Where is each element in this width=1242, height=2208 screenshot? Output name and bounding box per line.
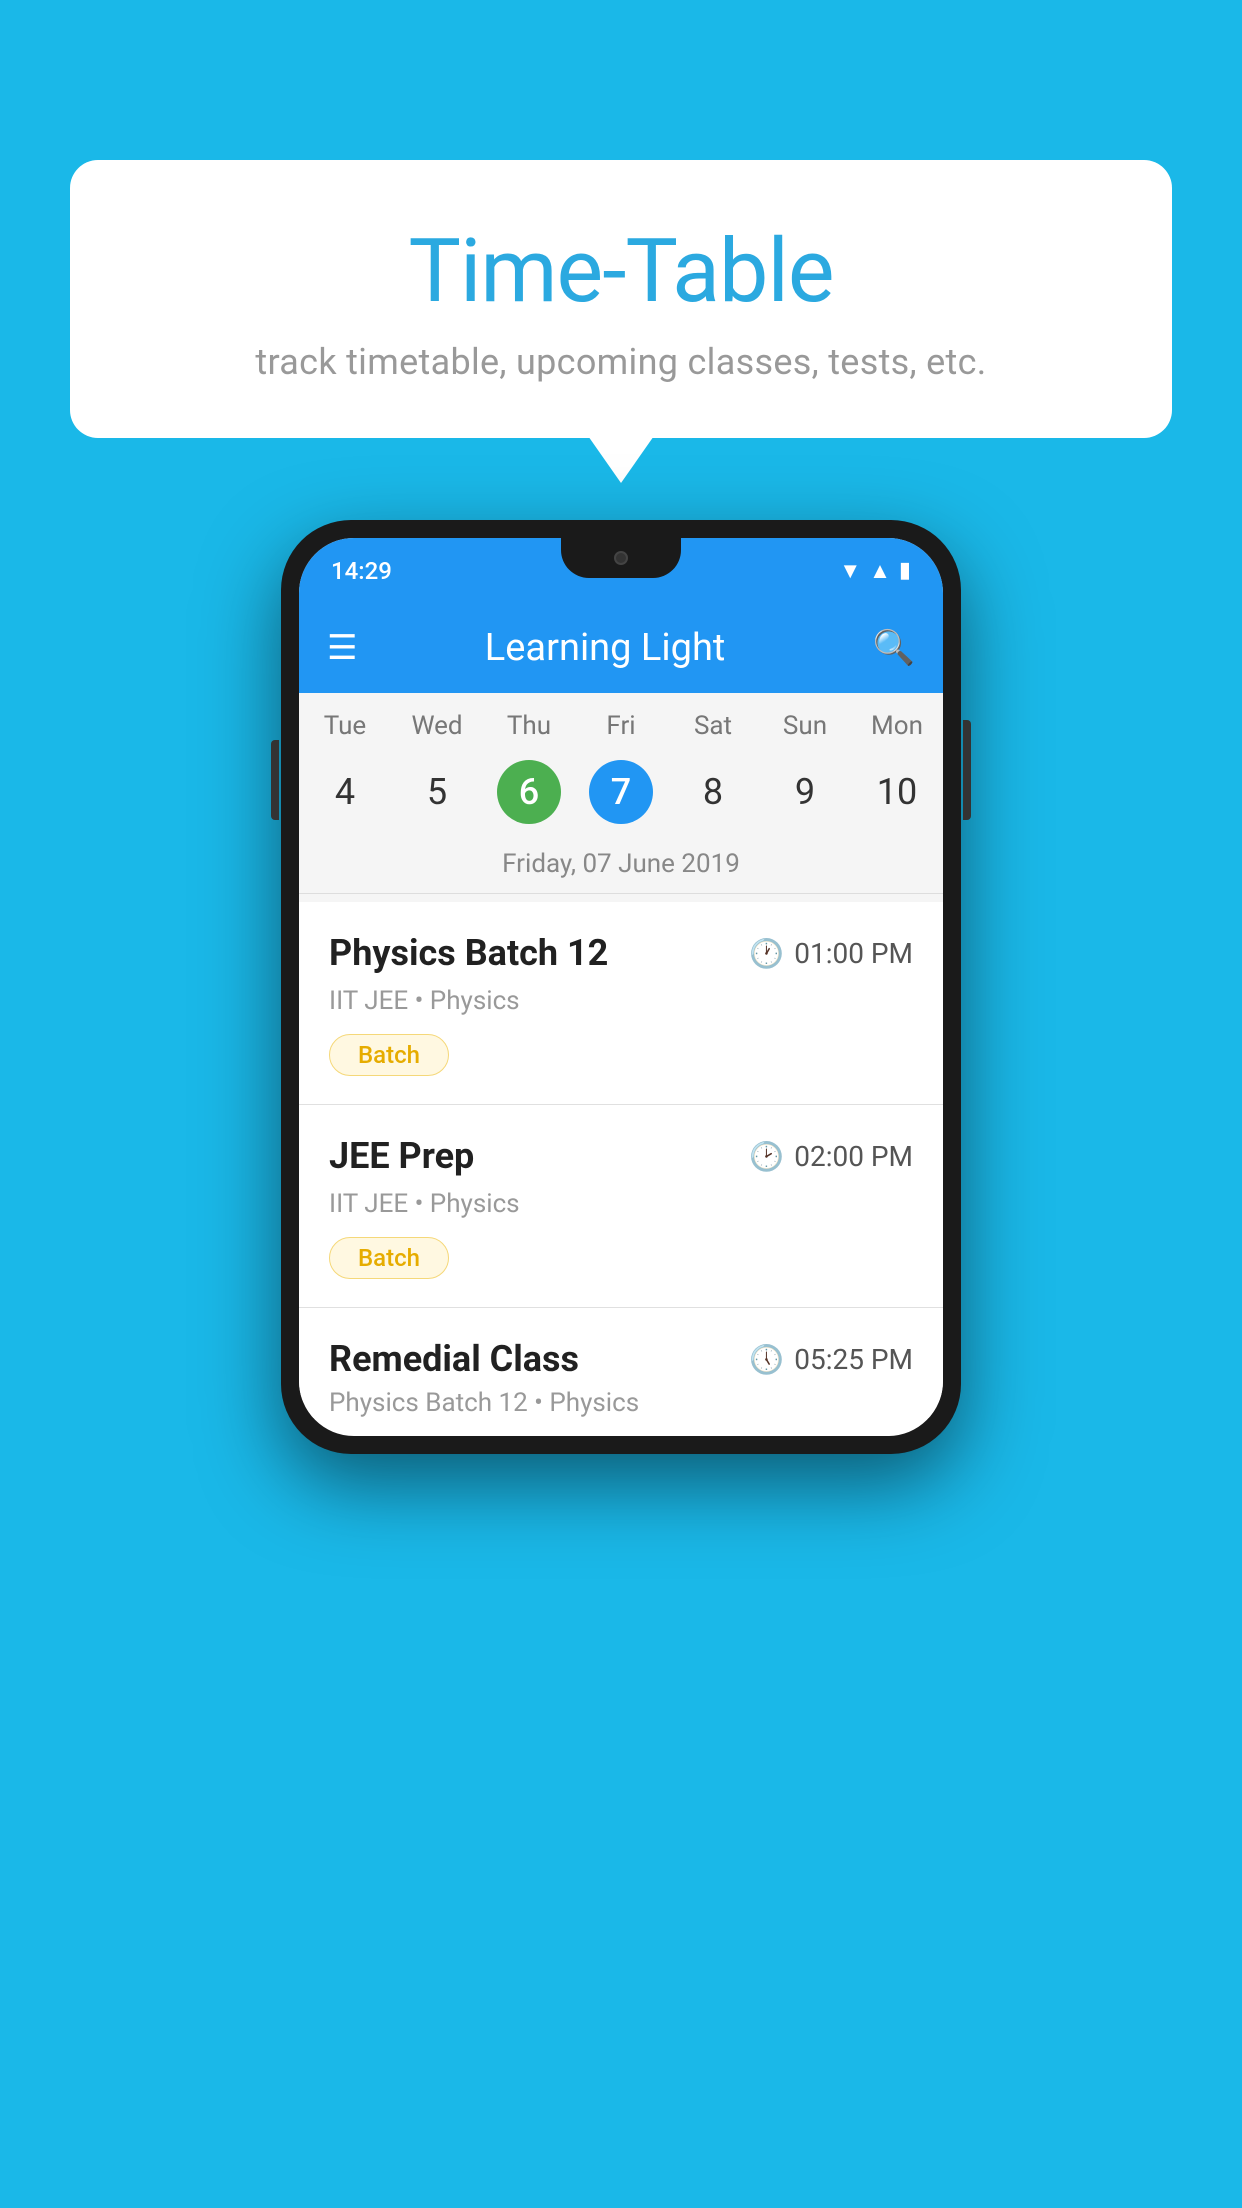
- day-label-sun: Sun: [759, 711, 851, 741]
- class-info-1: IIT JEE • Physics: [329, 986, 913, 1016]
- day-10[interactable]: 10: [851, 757, 943, 827]
- signal-icon: ▲: [869, 558, 891, 584]
- phone-screen: 14:29 ▼ ▲ ▮ ☰ Learning Light 🔍 Tue: [299, 538, 943, 1436]
- status-bar: 14:29 ▼ ▲ ▮: [299, 538, 943, 603]
- class-list: Physics Batch 12 🕐 01:00 PM IIT JEE • Ph…: [299, 902, 943, 1436]
- clock-icon-2: 🕑: [749, 1140, 784, 1173]
- card-header-1: Physics Batch 12 🕐 01:00 PM: [329, 932, 913, 974]
- search-icon[interactable]: 🔍: [873, 628, 915, 668]
- selected-date-label: Friday, 07 June 2019: [299, 845, 943, 893]
- battery-icon: ▮: [899, 558, 911, 583]
- app-title: Learning Light: [381, 626, 828, 670]
- day-7[interactable]: 7: [575, 757, 667, 827]
- class-time-2: 🕑 02:00 PM: [749, 1140, 913, 1173]
- selected-circle[interactable]: 7: [589, 760, 653, 824]
- day-5[interactable]: 5: [391, 757, 483, 827]
- class-title-1: Physics Batch 12: [329, 932, 608, 974]
- class-card-3[interactable]: Remedial Class 🕔 05:25 PM Physics Batch …: [299, 1308, 943, 1418]
- batch-badge-2: Batch: [329, 1237, 449, 1279]
- phone-container: 14:29 ▼ ▲ ▮ ☰ Learning Light 🔍 Tue: [281, 520, 961, 1454]
- bubble-title: Time-Table: [130, 220, 1112, 323]
- batch-badge-1: Batch: [329, 1034, 449, 1076]
- calendar-divider: [299, 893, 943, 894]
- day-label-sat: Sat: [667, 711, 759, 741]
- class-time-1: 🕐 01:00 PM: [749, 937, 913, 970]
- today-circle[interactable]: 6: [497, 760, 561, 824]
- day-8[interactable]: 8: [667, 757, 759, 827]
- class-title-3: Remedial Class: [329, 1338, 579, 1380]
- notch: [561, 538, 681, 578]
- class-info-2: IIT JEE • Physics: [329, 1189, 913, 1219]
- day-6[interactable]: 6: [483, 757, 575, 827]
- clock-icon-3: 🕔: [749, 1343, 784, 1376]
- day-labels: Tue Wed Thu Fri Sat Sun Mon: [299, 693, 943, 749]
- class-time-3: 🕔 05:25 PM: [749, 1343, 913, 1376]
- class-card-2[interactable]: JEE Prep 🕑 02:00 PM IIT JEE • Physics Ba…: [299, 1105, 943, 1308]
- clock-icon-1: 🕐: [749, 937, 784, 970]
- bubble-subtitle: track timetable, upcoming classes, tests…: [130, 341, 1112, 383]
- day-label-mon: Mon: [851, 711, 943, 741]
- day-label-tue: Tue: [299, 711, 391, 741]
- class-info-3: Physics Batch 12 • Physics: [329, 1388, 913, 1418]
- phone-outer: 14:29 ▼ ▲ ▮ ☰ Learning Light 🔍 Tue: [281, 520, 961, 1454]
- camera: [614, 551, 628, 565]
- card-header-3: Remedial Class 🕔 05:25 PM: [329, 1338, 913, 1380]
- calendar-section: Tue Wed Thu Fri Sat Sun Mon 4 5 6 7: [299, 693, 943, 902]
- day-label-fri: Fri: [575, 711, 667, 741]
- speech-bubble-container: Time-Table track timetable, upcoming cla…: [70, 160, 1172, 438]
- hamburger-icon[interactable]: ☰: [327, 631, 357, 665]
- card-header-2: JEE Prep 🕑 02:00 PM: [329, 1135, 913, 1177]
- day-9[interactable]: 9: [759, 757, 851, 827]
- day-label-wed: Wed: [391, 711, 483, 741]
- day-numbers: 4 5 6 7 8 9 10: [299, 749, 943, 845]
- class-title-2: JEE Prep: [329, 1135, 474, 1177]
- wifi-icon: ▼: [839, 558, 861, 584]
- class-card-1[interactable]: Physics Batch 12 🕐 01:00 PM IIT JEE • Ph…: [299, 902, 943, 1105]
- app-bar: ☰ Learning Light 🔍: [299, 603, 943, 693]
- day-label-thu: Thu: [483, 711, 575, 741]
- speech-bubble: Time-Table track timetable, upcoming cla…: [70, 160, 1172, 438]
- day-4[interactable]: 4: [299, 757, 391, 827]
- status-time: 14:29: [331, 557, 392, 585]
- status-icons: ▼ ▲ ▮: [839, 558, 911, 584]
